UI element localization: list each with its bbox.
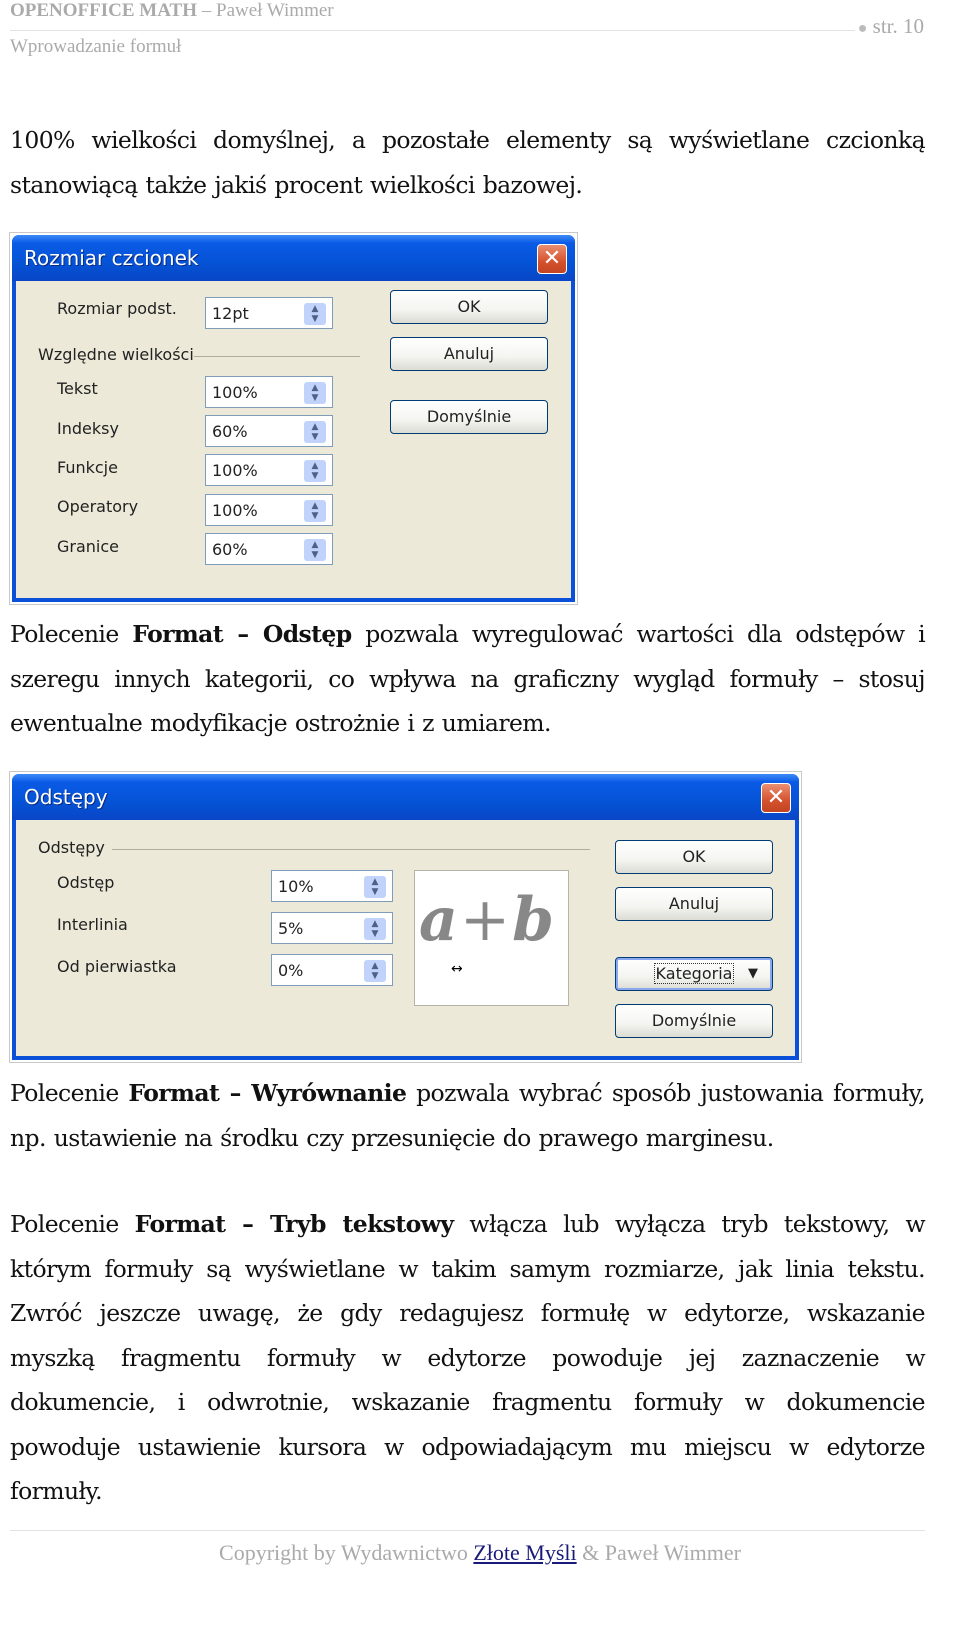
- measure-arrow-icon: ↔: [451, 961, 463, 977]
- header-author: – Paweł Wimmer: [197, 0, 334, 21]
- dialog-title: Rozmiar czcionek: [24, 246, 199, 270]
- spinner-value: 60%: [212, 422, 248, 441]
- dialog-title: Odstępy: [24, 785, 108, 809]
- category-label: Kategoria: [653, 963, 735, 984]
- indexes-label: Indeksy: [57, 419, 119, 438]
- preview-plus: +: [459, 885, 513, 955]
- spacing-group-label: Odstępy: [38, 838, 105, 857]
- text-run: Polecenie: [10, 1079, 129, 1107]
- text-run: Polecenie: [10, 620, 133, 648]
- relative-sizes-group-label: Względne wielkości: [38, 345, 194, 364]
- publisher-link[interactable]: Złote Myśli: [473, 1540, 576, 1565]
- spinner-value: 100%: [212, 501, 258, 520]
- root-spacing-label: Od pierwiastka: [57, 957, 177, 976]
- footer-text: & Paweł Wimmer: [576, 1540, 741, 1565]
- spinner-arrows-icon[interactable]: ▲ ▼: [364, 876, 386, 898]
- spacing-spinner[interactable]: 10% ▲ ▼: [271, 870, 393, 902]
- dialog-body: Rozmiar podst. 12pt ▲ ▼ Względne wielkośc…: [16, 281, 571, 598]
- formula-preview: a+b ↔: [414, 870, 569, 1006]
- menu-command: Format – Wyrównanie: [128, 1079, 407, 1107]
- paragraph-1: 100% wielkości domyślnej, a pozostałe el…: [10, 126, 926, 199]
- line-spacing-spinner[interactable]: 5% ▲ ▼: [271, 912, 393, 944]
- dialog-spacing: Odstępy ✕ Odstępy Odstęp 10% ▲ ▼ Interlin…: [9, 771, 802, 1063]
- spinner-arrows-icon[interactable]: ▲ ▼: [304, 460, 326, 482]
- preview-b: b: [512, 885, 557, 955]
- default-button[interactable]: Domyślnie: [615, 1004, 773, 1038]
- paragraph-3: Polecenie Format – Wyrównanie pozwala wy…: [10, 1071, 926, 1160]
- category-dropdown-button[interactable]: Kategoria ▼: [615, 957, 773, 991]
- menu-command: Format – Odstęp: [132, 620, 352, 648]
- text-spinner[interactable]: 100% ▲ ▼: [205, 376, 333, 408]
- page-number: ● str. 10: [858, 14, 924, 39]
- header-chapter: Wprowadzanie formuł: [10, 36, 182, 57]
- spacing-label: Odstęp: [57, 873, 115, 892]
- spinner-arrows-icon[interactable]: ▲ ▼: [304, 421, 326, 443]
- text-run: włącza lub wyłącza tryb tekstowy, w któr…: [10, 1210, 926, 1505]
- bullet-icon: ●: [857, 20, 868, 37]
- dialog-titlebar[interactable]: Rozmiar czcionek ✕: [12, 235, 575, 281]
- footer-text: Copyright by Wydawnictwo: [219, 1540, 474, 1565]
- base-size-spinner[interactable]: 12pt ▲ ▼: [205, 297, 333, 329]
- dialog-body: Odstępy Odstęp 10% ▲ ▼ Interlinia 5% ▲ ▼ O…: [16, 820, 795, 1056]
- limits-spinner[interactable]: 60% ▲ ▼: [205, 533, 333, 565]
- text-run: Polecenie: [10, 1210, 135, 1238]
- spinner-value: 100%: [212, 461, 258, 480]
- line-spacing-label: Interlinia: [57, 915, 128, 934]
- root-spacing-spinner[interactable]: 0% ▲ ▼: [271, 954, 393, 986]
- cancel-button[interactable]: Anuluj: [390, 337, 548, 371]
- base-size-label: Rozmiar podst.: [57, 299, 177, 318]
- paragraph-2: Polecenie Format – Odstęp pozwala wyregu…: [10, 612, 926, 746]
- spinner-arrows-icon[interactable]: ▲ ▼: [304, 382, 326, 404]
- menu-command: Format – Tryb tekstowy: [134, 1210, 454, 1238]
- dialog-titlebar[interactable]: Odstępy ✕: [12, 774, 799, 820]
- header-book-title: OPENOFFICE MATH: [10, 0, 198, 21]
- paragraph-4: Polecenie Format – Tryb tekstowy włącza …: [10, 1202, 926, 1514]
- ok-button[interactable]: OK: [615, 840, 773, 874]
- spinner-arrows-icon[interactable]: ▲ ▼: [304, 303, 326, 325]
- header-divider: [10, 30, 855, 31]
- default-button[interactable]: Domyślnie: [390, 400, 548, 434]
- operators-spinner[interactable]: 100% ▲ ▼: [205, 494, 333, 526]
- functions-spinner[interactable]: 100% ▲ ▼: [205, 454, 333, 486]
- dialog-font-size: Rozmiar czcionek ✕ Rozmiar podst. 12pt ▲…: [9, 232, 578, 605]
- spinner-value: 100%: [212, 383, 258, 402]
- spinner-arrows-icon[interactable]: ▲ ▼: [304, 539, 326, 561]
- limits-label: Granice: [57, 537, 120, 556]
- functions-label: Funkcje: [57, 458, 118, 477]
- close-icon[interactable]: ✕: [537, 244, 567, 274]
- footer-copyright: Copyright by Wydawnictwo Złote Myśli & P…: [0, 1540, 960, 1566]
- close-icon[interactable]: ✕: [761, 783, 791, 813]
- text-label: Tekst: [57, 379, 98, 398]
- spinner-arrows-icon[interactable]: ▲ ▼: [364, 918, 386, 940]
- spinner-arrows-icon[interactable]: ▲ ▼: [304, 500, 326, 522]
- spinner-value: 60%: [212, 540, 248, 559]
- spinner-value: 10%: [278, 877, 314, 896]
- group-divider: [112, 849, 590, 850]
- page-number-text: str. 10: [872, 14, 924, 38]
- preview-formula: a+b: [419, 885, 556, 955]
- cancel-button[interactable]: Anuluj: [615, 887, 773, 921]
- spinner-value: 0%: [278, 961, 304, 980]
- spinner-value: 5%: [278, 919, 304, 938]
- dropdown-arrow-icon: ▼: [748, 966, 758, 981]
- spinner-arrows-icon[interactable]: ▲ ▼: [364, 960, 386, 982]
- operators-label: Operatory: [57, 497, 139, 516]
- group-divider: [194, 356, 360, 357]
- ok-button[interactable]: OK: [390, 290, 548, 324]
- spinner-value: 12pt: [212, 304, 249, 323]
- running-header-title: OPENOFFICE MATH – Paweł Wimmer: [10, 0, 334, 22]
- footer-divider: [10, 1530, 925, 1531]
- indexes-spinner[interactable]: 60% ▲ ▼: [205, 415, 333, 447]
- preview-a: a: [419, 885, 460, 955]
